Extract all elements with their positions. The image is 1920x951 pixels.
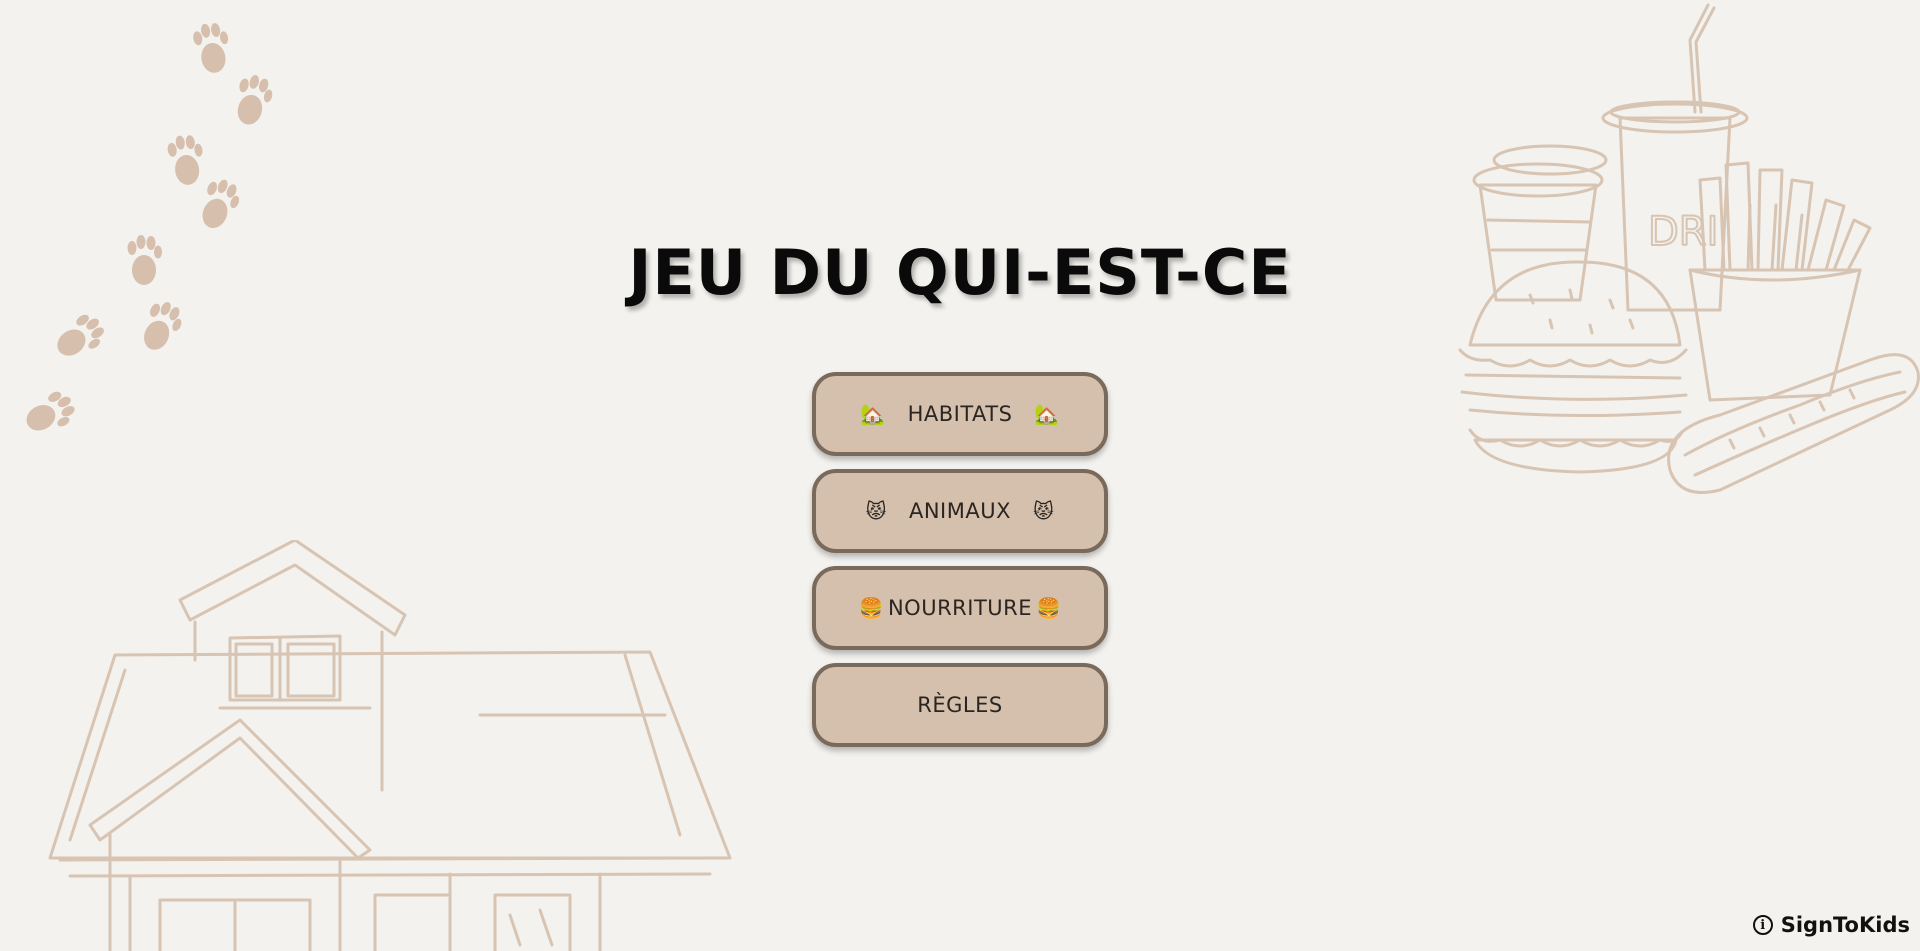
- animaux-button[interactable]: 😾 ANIMAUX 😾: [812, 469, 1108, 553]
- regles-label: RÈGLES: [917, 693, 1003, 717]
- cat-icon: 😾: [1033, 499, 1055, 523]
- nourriture-label: NOURRITURE: [887, 596, 1033, 620]
- cat-icon: 😾: [865, 499, 887, 523]
- burger-icon: 🍔: [858, 596, 884, 620]
- habitats-label: HABITATS: [907, 402, 1013, 426]
- house-icon: 🏡: [1034, 402, 1060, 426]
- main-menu-screen: DRI JEU DU QUI-EST-CE 🏡 HABITATS 🏡 😾 ANI…: [0, 0, 1920, 951]
- regles-button[interactable]: RÈGLES: [812, 663, 1108, 747]
- paw-prints-decoration: [19, 20, 277, 441]
- main-menu: 🏡 HABITATS 🏡 😾 ANIMAUX 😾 🍔 NOURRITURE 🍔 …: [812, 372, 1108, 747]
- page-title: JEU DU QUI-EST-CE: [628, 236, 1292, 309]
- animaux-label: ANIMAUX: [908, 499, 1011, 523]
- brand-name: SignToKids: [1780, 913, 1910, 937]
- habitats-button[interactable]: 🏡 HABITATS 🏡: [812, 372, 1108, 456]
- burger-icon: 🍔: [1036, 596, 1062, 620]
- nourriture-button[interactable]: 🍔 NOURRITURE 🍔: [812, 566, 1108, 650]
- house-icon: 🏡: [860, 402, 886, 426]
- info-icon: i: [1752, 915, 1773, 935]
- signtokids-credit[interactable]: i SignToKids: [1752, 913, 1910, 937]
- house-sketch: [48, 540, 732, 951]
